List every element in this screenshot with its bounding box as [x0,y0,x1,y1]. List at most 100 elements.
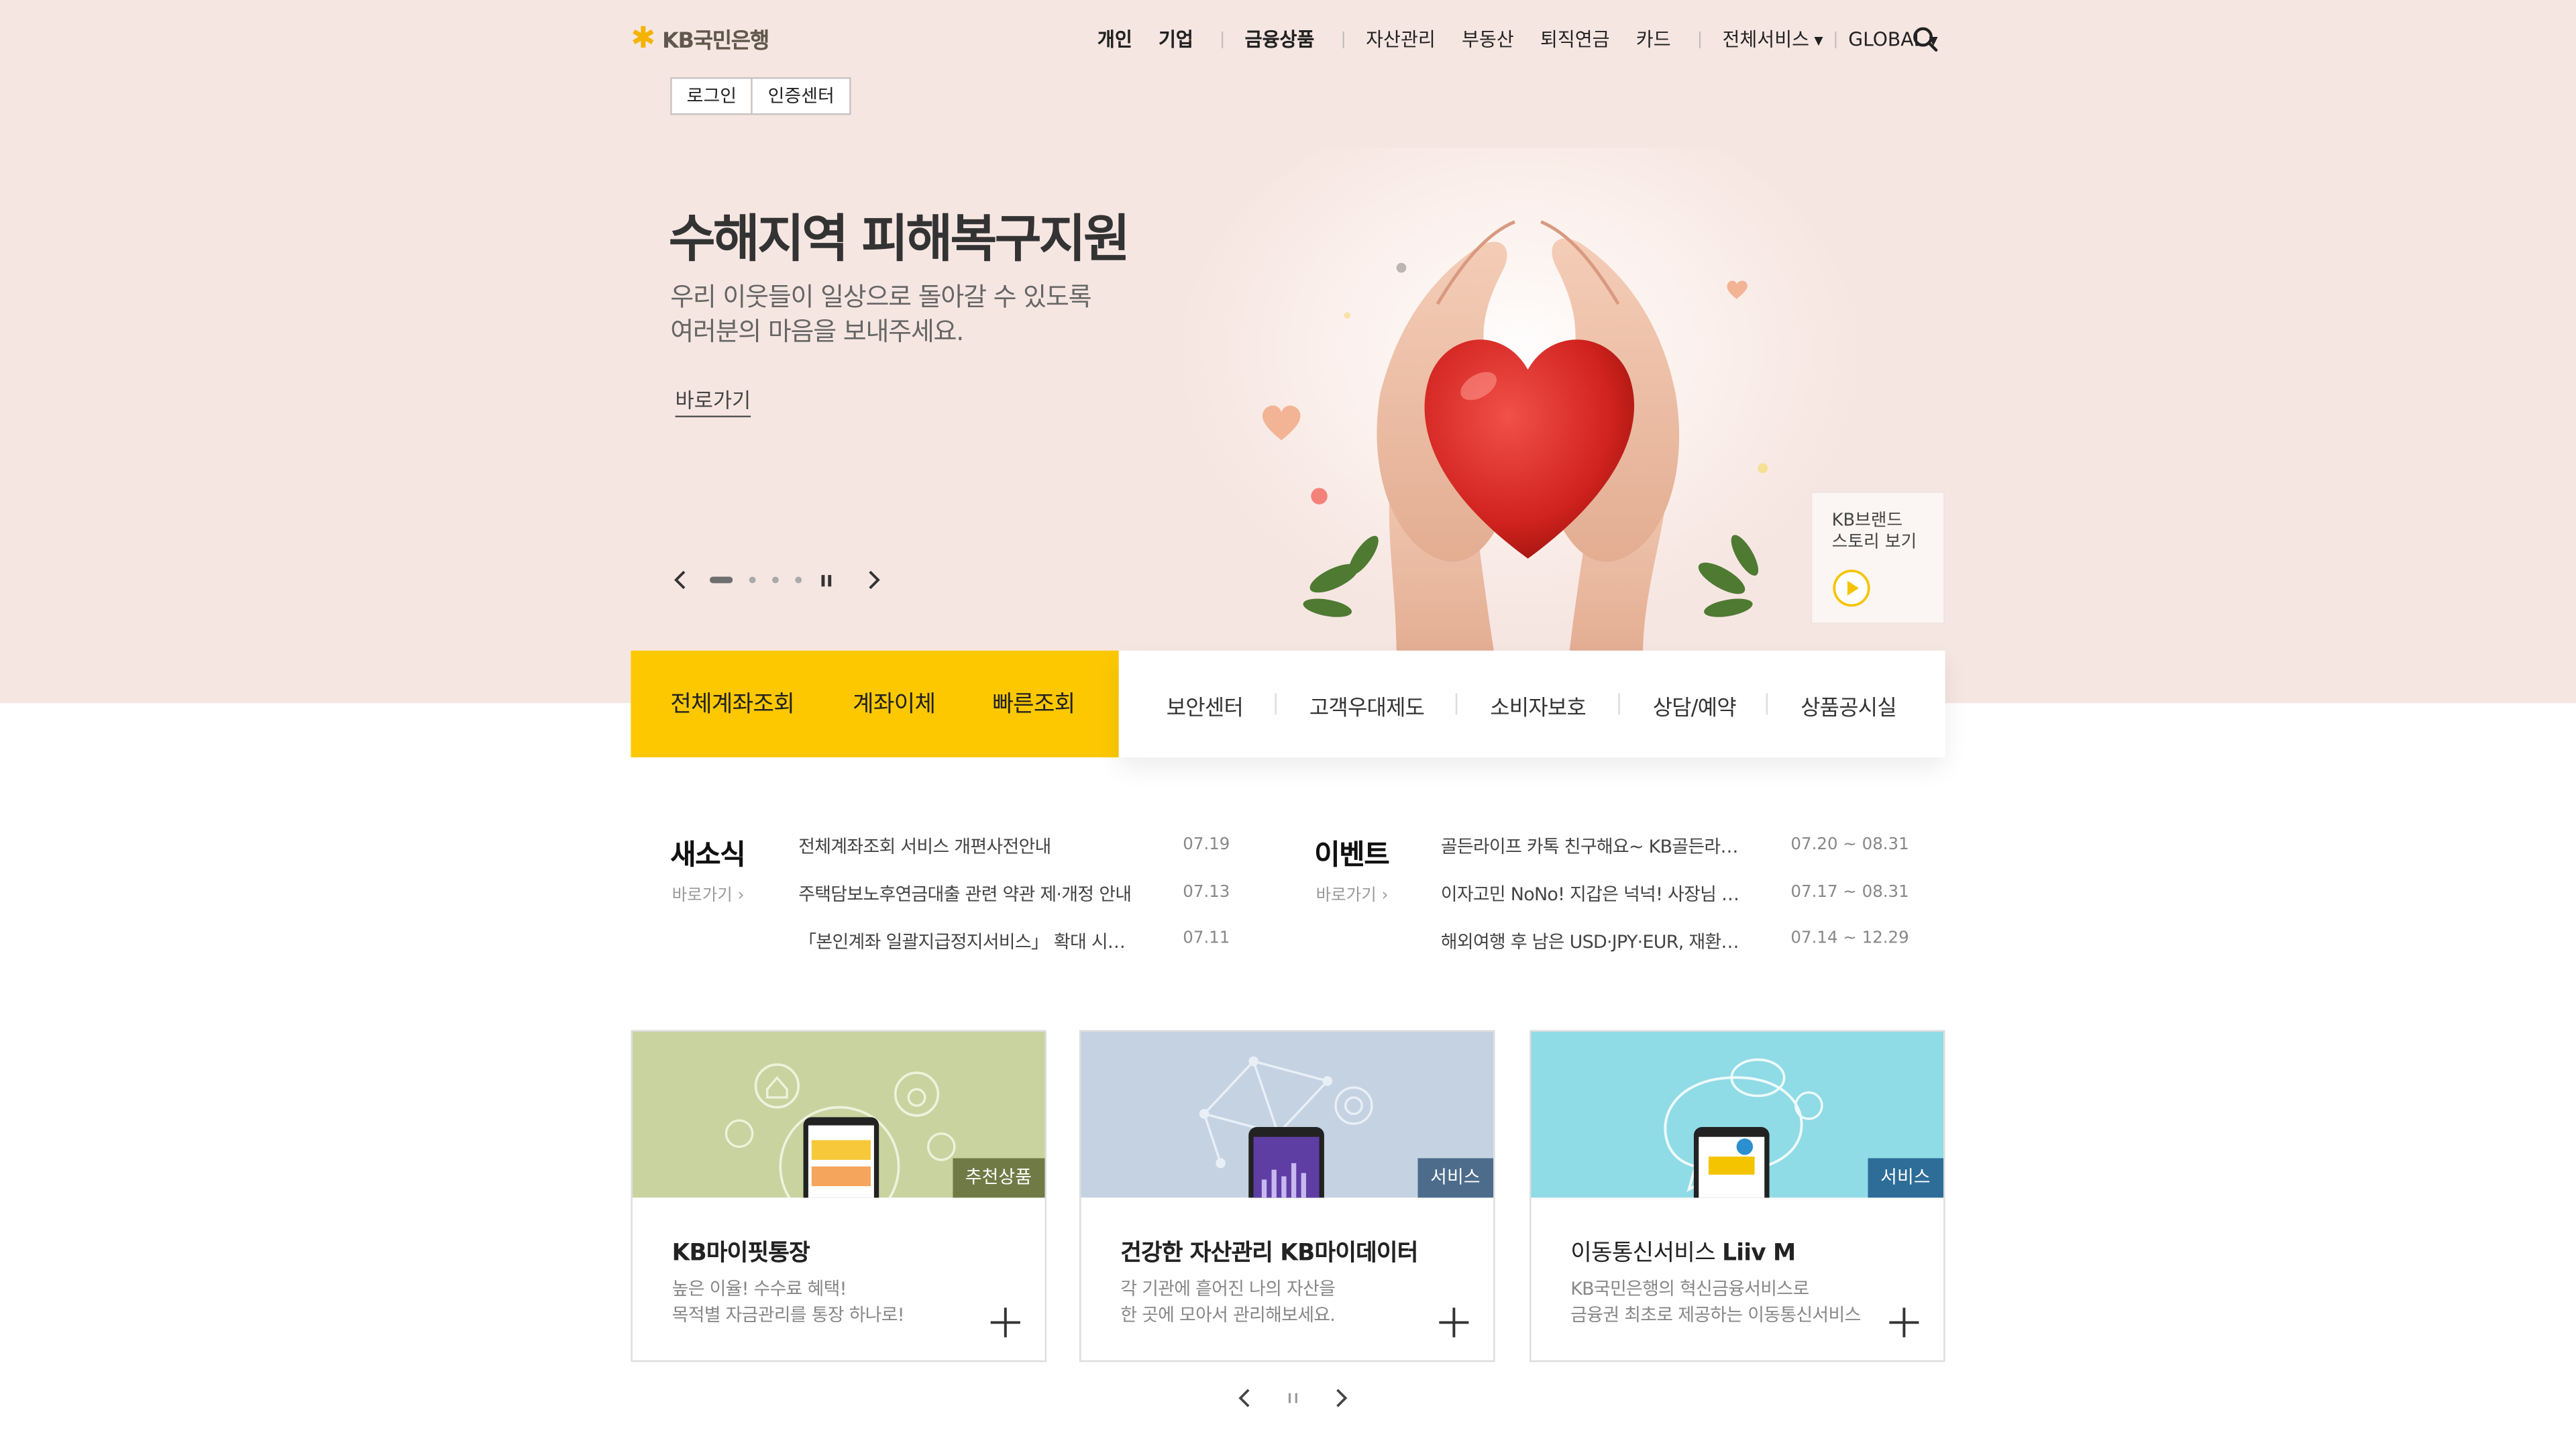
caret-down-icon: ▼ [1814,34,1823,47]
next-slide-button[interactable] [861,567,887,593]
plus-icon[interactable] [989,1306,1022,1339]
news-more-link[interactable]: 바로가기 › [672,881,745,906]
card-desc-line-1: 각 기관에 흩어진 나의 자산을 [1120,1278,1336,1300]
hero-shortcut-link[interactable]: 바로가기 [675,383,751,418]
nav-divider: | [1340,30,1346,49]
card-desc-line-2: 금융권 최초로 제공하는 이동통신서비스 [1570,1304,1861,1326]
nav-asset-management[interactable]: 자산관리 [1366,26,1436,52]
news-date-3: 07.11 [1183,930,1230,949]
nav-divider: | [1697,30,1703,49]
nav-products[interactable]: 금융상품 [1245,26,1315,52]
slide-dot-1[interactable] [709,576,733,584]
logo-text: KB국민은행 [662,30,769,54]
nav-real-estate[interactable]: 부동산 [1462,26,1514,52]
kb-homepage: ✱ KB국민은행 개인 기업 | 금융상품 | 자산관리 부동산 퇴직연금 카드… [0,0,2576,1449]
nav-divider: | [1219,30,1226,49]
brand-story-card[interactable]: KB브랜드 스토리 보기 [1810,491,1945,625]
quick-menu-primary: 전체계좌조회 계좌이체 빠른조회 [631,650,1119,757]
quick-fast-inquiry[interactable]: 빠른조회 [992,687,1075,720]
login-button[interactable]: 로그인 [672,79,751,113]
events-more-link[interactable]: 바로가기 › [1316,881,1389,906]
hands-heart-illustration [1175,148,1865,657]
hero-desc-line-2: 여러분의 마음을 보내주세요. [670,317,964,347]
card-title-prefix: 이동통신서비스 [1570,1240,1723,1267]
quick-divider [1618,693,1620,715]
pause-icon[interactable] [821,572,835,587]
search-icon[interactable] [1913,26,1939,52]
news-item-3[interactable]: 「본인계좌 일괄지급정지서비스」 확대 시행 안내 [798,928,1130,955]
nav-divider: | [1833,30,1839,49]
product-card-liivm[interactable]: 서비스 이동통신서비스 Liiv M KB국민은행의 혁신금융서비스로 금융권 … [1529,1030,1945,1362]
nav-all-services[interactable]: 전체서비스 ▼ [1722,26,1823,52]
kb-star-icon: ✱ [631,20,656,56]
chevron-right-icon: › [1381,887,1389,906]
quick-customer-benefits[interactable]: 고객우대제도 [1309,690,1425,721]
pause-icon[interactable] [1281,1385,1304,1411]
card-title-strong: Liiv M [1722,1240,1796,1267]
news-more-label: 바로가기 [672,887,733,906]
nav-business[interactable]: 기업 [1159,26,1193,52]
news-item-2[interactable]: 주택담보노후연금대출 관련 약관 제·개정 안내 [798,881,1140,907]
card-desc-line-1: 높은 이율! 수수료 혜택! [672,1278,847,1300]
plus-icon[interactable] [1438,1306,1470,1339]
event-date-1: 07.20 ~ 08.31 [1790,836,1909,855]
nav-retirement-pension[interactable]: 퇴직연금 [1540,26,1610,52]
news-item-1[interactable]: 전체계좌조회 서비스 개편사전안내 [798,833,1140,859]
plus-icon[interactable] [1888,1306,1921,1339]
hero-title: 수해지역 피해복구지원 [668,210,1130,270]
nav-all-services-label: 전체서비스 [1722,28,1810,51]
card-description: 각 기관에 흩어진 나의 자산을 한 곳에 모아서 관리해보세요. [1120,1277,1336,1329]
chevron-right-icon [869,570,880,590]
cards-carousel-controls [1232,1385,1354,1411]
hero-carousel-controls [667,567,887,593]
chevron-left-icon[interactable] [1232,1385,1258,1411]
event-item-1[interactable]: 골든라이프 카톡 친구해요~ KB골든라이프 이벤트 [1441,833,1743,859]
slide-dot-4[interactable] [795,576,802,584]
event-item-3[interactable]: 해외여행 후 남은 USD·JPY·EUR, 재환전 이벤트 [1441,928,1747,955]
kb-logo[interactable]: ✱ KB국민은행 [631,23,769,54]
card-desc-line-1: KB국민은행의 혁신금융서비스로 [1570,1278,1809,1300]
product-card-mydata[interactable]: 서비스 건강한 자산관리 KB마이데이터 각 기관에 흩어진 나의 자산을 한 … [1079,1030,1495,1362]
quick-product-disclosure[interactable]: 상품공시실 [1801,690,1897,721]
global-nav: 개인 기업 | 금융상품 | 자산관리 부동산 퇴직연금 카드 | 전체서비스 ▼… [1097,26,1938,52]
quick-divider [1275,693,1277,715]
quick-all-accounts[interactable]: 전체계좌조회 [670,687,795,720]
brand-story-line-2: 스토리 보기 [1831,532,1917,552]
events-title: 이벤트 [1314,839,1389,873]
cert-center-button[interactable]: 인증센터 [751,78,849,113]
card-desc-line-2: 목적별 자금관리를 통장 하나로! [672,1304,905,1326]
card-badge: 서비스 [1417,1158,1494,1198]
slide-dot-2[interactable] [749,576,756,584]
quick-transfer[interactable]: 계좌이체 [853,687,936,720]
card-title: 이동통신서비스 Liiv M [1570,1236,1796,1269]
quick-security-center[interactable]: 보안센터 [1167,690,1244,721]
hero-description: 우리 이웃들이 일상으로 돌아갈 수 있도록 여러분의 마음을 보내주세요. [670,281,1091,350]
card-badge: 서비스 [1867,1158,1944,1198]
card-description: 높은 이율! 수수료 혜택! 목적별 자금관리를 통장 하나로! [672,1277,905,1329]
events-more-label: 바로가기 [1316,887,1377,906]
card-description: KB국민은행의 혁신금융서비스로 금융권 최초로 제공하는 이동통신서비스 [1570,1277,1861,1329]
brand-story-line-1: KB브랜드 [1831,511,1903,531]
event-date-2: 07.17 ~ 08.31 [1790,883,1909,902]
prev-slide-button[interactable] [667,567,693,593]
card-title: 건강한 자산관리 KB마이데이터 [1120,1240,1418,1267]
quick-divider [1766,693,1768,715]
brand-story-text: KB브랜드 스토리 보기 [1832,511,1917,554]
nav-card[interactable]: 카드 [1636,26,1671,52]
product-card-myfit[interactable]: 추천상품 KB마이핏통장 높은 이율! 수수료 혜택! 목적별 자금관리를 통장… [631,1030,1047,1362]
chevron-right-icon[interactable] [1328,1385,1354,1411]
chevron-left-icon [674,570,686,590]
nav-personal[interactable]: 개인 [1097,26,1132,52]
play-icon[interactable] [1832,568,1872,608]
card-desc-line-2: 한 곳에 모아서 관리해보세요. [1120,1304,1336,1326]
chevron-right-icon: › [737,887,745,906]
event-item-2[interactable]: 이자고민 NoNo! 지갑은 넉넉! 사장님 이벤트 [1441,881,1750,907]
card-title: KB마이핏통장 [672,1240,810,1267]
quick-menu-secondary: 보안센터 고객우대제도 소비자보호 상담/예약 상품공시실 [1118,650,1945,757]
hero-desc-line-1: 우리 이웃들이 일상으로 돌아갈 수 있도록 [670,282,1091,313]
slide-dot-3[interactable] [772,576,779,584]
news-date-1: 07.19 [1183,836,1230,855]
quick-consumer-protection[interactable]: 소비자보호 [1490,690,1587,721]
quick-consult-reservation[interactable]: 상담/예약 [1653,690,1737,721]
quick-divider [1455,693,1458,715]
